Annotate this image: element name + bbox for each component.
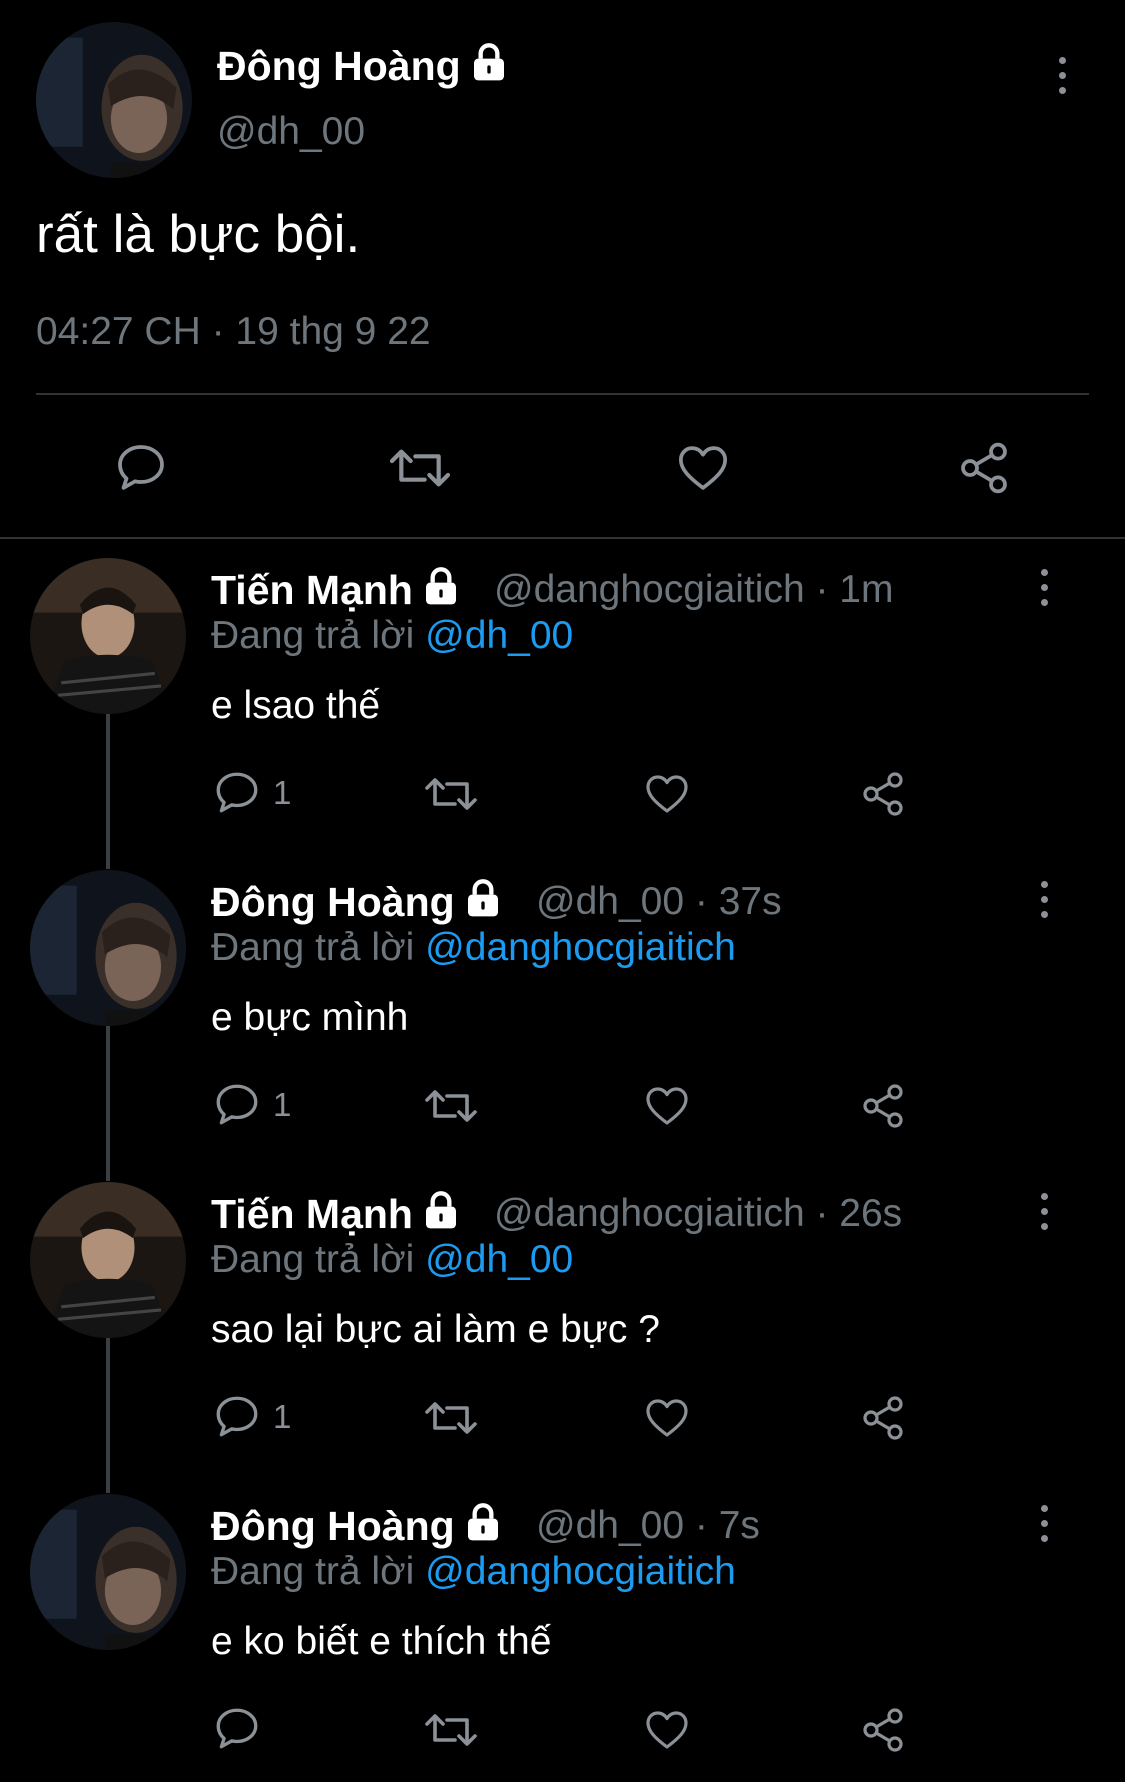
thread-connector: [106, 714, 110, 869]
thread-connector: [106, 1338, 110, 1493]
reply-author-name[interactable]: Tiến Mạnh: [211, 1190, 461, 1238]
author-name-text: Đông Hoàng: [217, 43, 461, 89]
reply-text: sao lại bực ai làm e bực ?: [211, 1308, 660, 1351]
more-options-button[interactable]: [1024, 562, 1064, 612]
profile-photo: [30, 870, 186, 1026]
like-icon[interactable]: [642, 1082, 692, 1130]
reply-icon[interactable]: [212, 1392, 262, 1442]
lock-icon: [425, 567, 456, 605]
lock-icon: [425, 1191, 456, 1229]
retweet-icon[interactable]: [421, 770, 481, 818]
share-icon[interactable]: [858, 1394, 908, 1442]
avatar-tien-manh[interactable]: [30, 558, 186, 714]
like-icon[interactable]: [674, 440, 732, 496]
reply-text: e lsao thế: [211, 684, 381, 727]
mention-link[interactable]: @dh_00: [425, 614, 573, 657]
divider: [36, 393, 1089, 395]
avatar-dong-hoang[interactable]: [30, 1494, 186, 1650]
reply-icon[interactable]: [212, 1704, 262, 1754]
reply-meta[interactable]: @danghocgiaitich · 1m: [494, 568, 893, 612]
replying-to-line: Đang trả lời @danghocgiaitich: [211, 1550, 736, 1593]
profile-photo: [36, 22, 192, 178]
mention-link[interactable]: @danghocgiaitich: [425, 1550, 736, 1593]
profile-photo: [30, 1494, 186, 1650]
reply-icon[interactable]: [112, 440, 170, 496]
retweet-icon[interactable]: [421, 1394, 481, 1442]
thread-connector: [106, 1026, 110, 1181]
main-tweet-timestamp: 04:27 CH · 19 thg 9 22: [36, 310, 431, 353]
main-author-handle[interactable]: @dh_00: [217, 110, 365, 154]
replying-to-line: Đang trả lời @dh_00: [211, 1238, 574, 1281]
profile-photo: [30, 558, 186, 714]
avatar-dong-hoang[interactable]: [36, 22, 192, 178]
like-icon[interactable]: [642, 770, 692, 818]
reply-author-name[interactable]: Tiến Mạnh: [211, 566, 461, 614]
profile-photo: [30, 1182, 186, 1338]
more-options-button[interactable]: [1042, 50, 1082, 100]
reply-meta[interactable]: @dh_00 · 7s: [536, 1504, 760, 1548]
more-options-button[interactable]: [1024, 1186, 1064, 1236]
share-icon[interactable]: [858, 1082, 908, 1130]
reply-meta[interactable]: @dh_00 · 37s: [536, 880, 782, 924]
reply-text: e bực mình: [211, 996, 409, 1039]
main-tweet-text: rất là bực bội.: [36, 205, 361, 264]
share-icon[interactable]: [955, 440, 1013, 496]
lock-icon: [467, 879, 498, 917]
main-author-name[interactable]: Đông Hoàng: [217, 42, 509, 90]
avatar-dong-hoang[interactable]: [30, 870, 186, 1026]
avatar-tien-manh[interactable]: [30, 1182, 186, 1338]
reply-meta[interactable]: @danghocgiaitich · 26s: [494, 1192, 902, 1236]
reply-count: 1: [273, 1086, 292, 1123]
share-icon[interactable]: [858, 770, 908, 818]
reply-author-name[interactable]: Đông Hoàng: [211, 1502, 503, 1550]
reply-icon[interactable]: [212, 768, 262, 818]
replying-to-line: Đang trả lời @dh_00: [211, 614, 574, 657]
like-icon[interactable]: [642, 1394, 692, 1442]
retweet-icon[interactable]: [421, 1706, 481, 1754]
replying-to-line: Đang trả lời @danghocgiaitich: [211, 926, 736, 969]
share-icon[interactable]: [858, 1706, 908, 1754]
mention-link[interactable]: @danghocgiaitich: [425, 926, 736, 969]
divider: [0, 537, 1125, 539]
mention-link[interactable]: @dh_00: [425, 1238, 573, 1281]
more-options-button[interactable]: [1024, 1498, 1064, 1548]
reply-count: 1: [273, 1398, 292, 1435]
reply-icon[interactable]: [212, 1080, 262, 1130]
reply-count: 1: [273, 774, 292, 811]
lock-icon: [467, 1503, 498, 1541]
more-options-button[interactable]: [1024, 874, 1064, 924]
like-icon[interactable]: [642, 1706, 692, 1754]
retweet-icon[interactable]: [385, 440, 455, 496]
reply-text: e ko biết e thích thế: [211, 1620, 552, 1663]
reply-author-name[interactable]: Đông Hoàng: [211, 878, 503, 926]
lock-icon: [473, 43, 504, 81]
retweet-icon[interactable]: [421, 1082, 481, 1130]
